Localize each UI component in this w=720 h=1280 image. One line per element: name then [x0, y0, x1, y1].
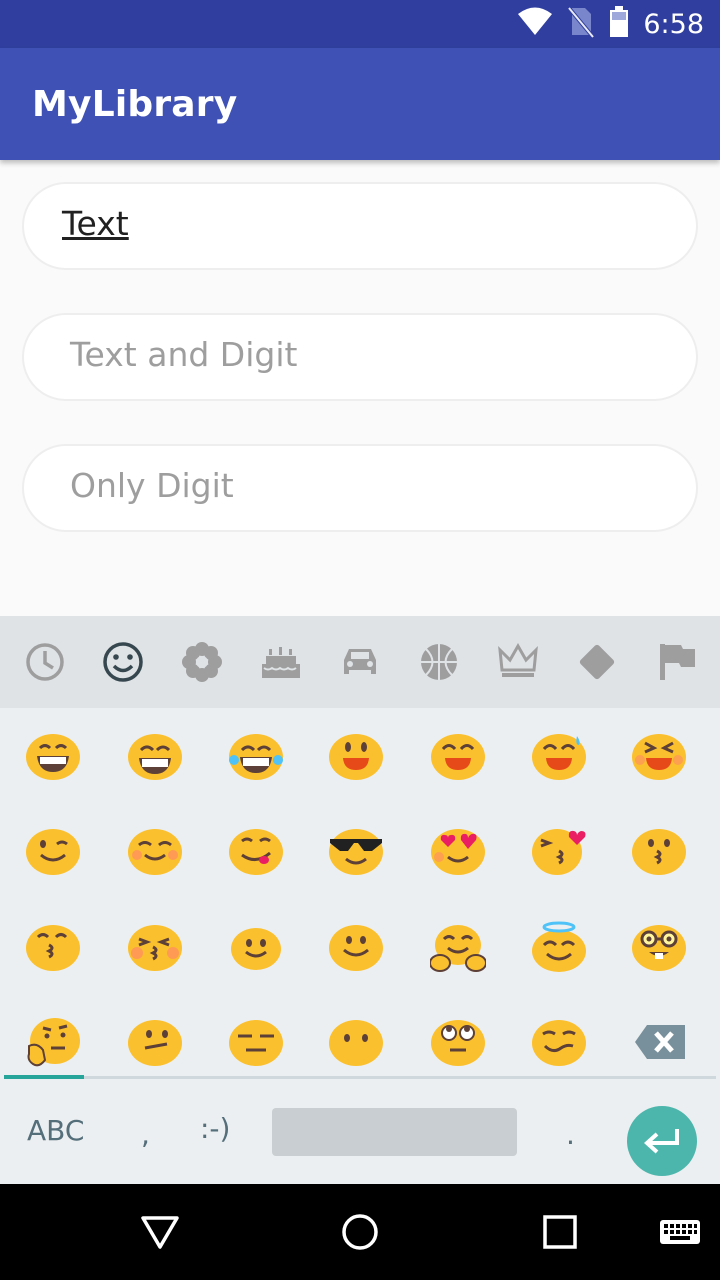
rolling-eyes[interactable]: [430, 1016, 486, 1068]
home-icon[interactable]: [340, 1212, 380, 1252]
battery-icon: [609, 6, 629, 42]
smiling-smiling-eyes[interactable]: [430, 730, 486, 782]
flower-icon[interactable]: [180, 640, 224, 684]
enter-icon: [627, 1129, 697, 1180]
enter-key[interactable]: [627, 1106, 697, 1176]
expressionless-face[interactable]: [228, 1016, 284, 1068]
status-time: 6:58: [643, 8, 704, 40]
halo-face[interactable]: [531, 921, 587, 973]
space-bar[interactable]: [272, 1108, 517, 1156]
savoring-food[interactable]: [228, 825, 284, 877]
basketball-icon[interactable]: [417, 640, 461, 684]
nerd-face[interactable]: [631, 921, 687, 973]
emoji-category-bar: [0, 616, 720, 708]
back-icon[interactable]: [140, 1212, 180, 1252]
smiling-open-mouth[interactable]: [328, 730, 384, 782]
crown-icon[interactable]: [496, 640, 540, 684]
content-area: Text Text and Digit Only Digit: [0, 160, 720, 616]
laughing-squinting[interactable]: [631, 730, 687, 782]
emoji-grid: [0, 708, 720, 1084]
no-sim-icon: [567, 6, 595, 42]
smirking-face[interactable]: [531, 1016, 587, 1068]
no-mouth-face[interactable]: [328, 1016, 384, 1068]
car-icon[interactable]: [338, 640, 382, 684]
text-and-digit-field[interactable]: Text and Digit: [22, 313, 698, 401]
app-bar: MyLibrary: [0, 48, 720, 160]
backspace-icon[interactable]: [633, 1016, 689, 1068]
text-field-value: Text: [62, 204, 129, 243]
smiling-sunglasses[interactable]: [328, 825, 384, 877]
diamond-icon[interactable]: [575, 640, 619, 684]
text-field[interactable]: Text: [22, 182, 698, 270]
smiling-face[interactable]: [328, 921, 384, 973]
page-indicator: [4, 1075, 84, 1079]
winking-face[interactable]: [25, 825, 81, 877]
grinning-big-eyes[interactable]: [127, 730, 183, 782]
cake-icon[interactable]: [259, 640, 303, 684]
kissing-closed-eyes[interactable]: [127, 921, 183, 973]
heart-eyes[interactable]: [430, 825, 486, 877]
sweat-smile[interactable]: [531, 730, 587, 782]
kissing-face[interactable]: [631, 825, 687, 877]
emoticon-key[interactable]: :-): [200, 1112, 230, 1145]
flag-icon[interactable]: [655, 640, 699, 684]
keyboard-icon[interactable]: [660, 1212, 700, 1252]
tears-of-joy[interactable]: [228, 730, 284, 782]
kissing-smiling-eyes[interactable]: [25, 921, 81, 973]
recents-icon[interactable]: [540, 1212, 580, 1252]
abc-key[interactable]: ABC: [27, 1114, 84, 1147]
grinning-face[interactable]: [25, 730, 81, 782]
text-and-digit-placeholder: Text and Digit: [70, 335, 298, 374]
status-bar: 6:58: [0, 0, 720, 48]
period-key[interactable]: .: [566, 1118, 575, 1151]
page-indicator-track: [4, 1076, 716, 1079]
smiley-icon[interactable]: [101, 640, 145, 684]
wifi-icon: [517, 7, 553, 41]
app-title: MyLibrary: [32, 84, 238, 125]
navigation-bar: [0, 1184, 720, 1280]
blushing-face[interactable]: [127, 825, 183, 877]
blowing-kiss[interactable]: [531, 825, 587, 877]
only-digit-field[interactable]: Only Digit: [22, 444, 698, 532]
slightly-smiling[interactable]: [228, 921, 284, 973]
emoji-keyboard: ABC , :-) .: [0, 616, 720, 1184]
comma-key[interactable]: ,: [141, 1118, 150, 1151]
recent-icon[interactable]: [23, 640, 67, 684]
keyboard-bottom-row: ABC , :-) .: [0, 1084, 720, 1184]
only-digit-placeholder: Only Digit: [70, 466, 234, 505]
thinking-face[interactable]: [25, 1016, 81, 1068]
hugging-face[interactable]: [429, 921, 487, 973]
neutral-face[interactable]: [127, 1016, 183, 1068]
